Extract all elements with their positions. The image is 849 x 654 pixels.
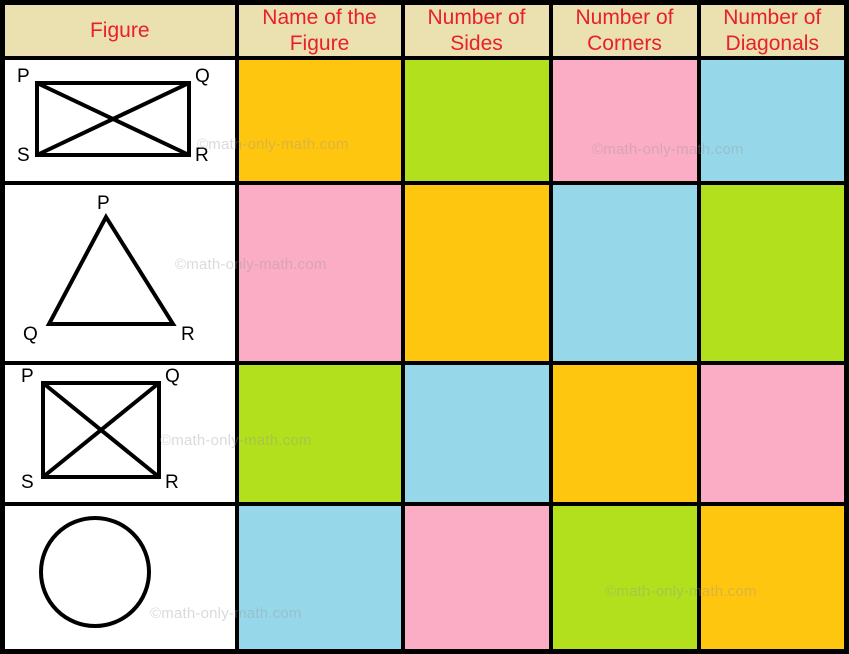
answer-cell-sides-row2[interactable]	[400, 181, 553, 365]
answer-cell-name-row4[interactable]	[234, 502, 405, 654]
vertex-label-R: R	[181, 324, 195, 345]
vertex-label-P: P	[97, 193, 110, 214]
figure-cell-square: P Q S R	[0, 360, 239, 507]
header-number-of-sides: Number of Sides	[400, 0, 553, 61]
answer-cell-sides-row4[interactable]	[400, 502, 553, 654]
answer-cell-diagonals-row2[interactable]	[696, 181, 849, 365]
vertex-label-Q: Q	[165, 366, 180, 387]
answer-cell-name-row2[interactable]	[234, 181, 405, 365]
header-name-of-the-figure: Name of the Figure	[234, 0, 405, 61]
answer-cell-diagonals-row3[interactable]	[696, 360, 849, 507]
figure-cell-circle	[0, 502, 239, 654]
header-number-of-corners: Number of Corners	[548, 0, 701, 61]
answer-cell-sides-row3[interactable]	[400, 360, 553, 507]
answer-cell-name-row1[interactable]	[234, 56, 405, 186]
circle-icon	[5, 506, 235, 649]
vertex-label-P: P	[21, 366, 34, 387]
table-header: Figure Name of the Figure Number of Side…	[0, 0, 849, 61]
figure-cell-triangle: P Q R	[0, 181, 239, 365]
vertex-label-P: P	[17, 66, 30, 87]
shapes-worksheet: Figure Name of the Figure Number of Side…	[0, 0, 849, 654]
square-with-diagonals-icon: P Q S R	[5, 365, 235, 503]
table-body: P Q S R P Q R P Q S R	[0, 56, 849, 654]
table-row: P Q S R	[0, 360, 849, 507]
header-number-of-diagonals: Number of Diagonals	[696, 0, 849, 61]
answer-cell-name-row3[interactable]	[234, 360, 405, 507]
triangle-icon: P Q R	[5, 185, 235, 360]
answer-cell-corners-row1[interactable]	[548, 56, 701, 186]
answer-cell-diagonals-row1[interactable]	[696, 56, 849, 186]
table-row	[0, 502, 849, 654]
vertex-label-R: R	[195, 145, 209, 166]
vertex-label-Q: Q	[195, 66, 210, 87]
answer-cell-sides-row1[interactable]	[400, 56, 553, 186]
header-figure: Figure	[0, 0, 239, 61]
answer-cell-diagonals-row4[interactable]	[696, 502, 849, 654]
answer-cell-corners-row4[interactable]	[548, 502, 701, 654]
rectangle-with-diagonals-icon: P Q S R	[5, 60, 235, 181]
vertex-label-S: S	[21, 472, 34, 493]
vertex-label-S: S	[17, 145, 30, 166]
vertex-label-Q: Q	[23, 324, 38, 345]
header-row: Figure Name of the Figure Number of Side…	[0, 0, 849, 61]
table-row: P Q R	[0, 181, 849, 365]
table-row: P Q S R	[0, 56, 849, 186]
figure-cell-rectangle: P Q S R	[0, 56, 239, 186]
answer-cell-corners-row2[interactable]	[548, 181, 701, 365]
shapes-properties-table: Figure Name of the Figure Number of Side…	[0, 0, 849, 654]
answer-cell-corners-row3[interactable]	[548, 360, 701, 507]
vertex-label-R: R	[165, 472, 179, 493]
